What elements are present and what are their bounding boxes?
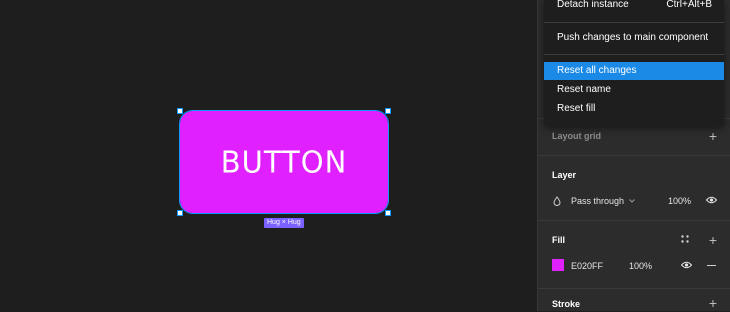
stroke-section: Stroke + — [538, 288, 730, 312]
layer-opacity[interactable]: 100% — [668, 196, 691, 206]
menu-item-reset-all-changes[interactable]: Reset all changes — [544, 62, 724, 80]
menu-item-label: Push changes to main component — [557, 32, 709, 43]
menu-item-reset-fill[interactable]: Reset fill — [544, 100, 724, 118]
menu-item-label: Detach instance — [557, 0, 629, 10]
style-grid-icon[interactable] — [681, 235, 689, 243]
resize-handle-bottom-right[interactable] — [385, 210, 391, 216]
add-fill-icon[interactable]: + — [709, 233, 717, 247]
menu-item-label: Reset name — [557, 84, 611, 95]
menu-item-label: Reset fill — [557, 103, 596, 114]
button-label: BUTTON — [220, 144, 348, 180]
menu-item-shortcut: Ctrl+Alt+B — [666, 0, 712, 10]
context-menu: Detach instance Ctrl+Alt+B Push changes … — [544, 0, 724, 126]
blend-mode-select[interactable]: Pass through — [571, 196, 624, 206]
fill-title: Fill — [552, 235, 565, 245]
menu-divider — [544, 22, 724, 23]
fill-opacity[interactable]: 100% — [629, 261, 652, 271]
menu-divider — [544, 54, 724, 55]
layer-title: Layer — [552, 170, 577, 180]
add-layout-grid-icon[interactable]: + — [709, 129, 717, 143]
eye-icon[interactable] — [706, 196, 717, 204]
menu-item-reset-name[interactable]: Reset name — [544, 81, 724, 99]
canvas[interactable]: BUTTON Hug × Hug — [0, 0, 537, 311]
remove-fill-icon[interactable] — [707, 265, 716, 266]
resize-handle-top-left[interactable] — [177, 108, 183, 114]
layout-grid-title: Layout grid — [552, 131, 601, 141]
add-stroke-icon[interactable]: + — [709, 296, 717, 310]
menu-item-label: Reset all changes — [557, 65, 637, 76]
menu-item-push-changes[interactable]: Push changes to main component — [544, 29, 724, 47]
sizing-badge: Hug × Hug — [264, 218, 304, 228]
blend-mode-drop-icon — [553, 196, 561, 206]
menu-item-detach-instance[interactable]: Detach instance Ctrl+Alt+B — [544, 0, 724, 14]
chevron-down-icon[interactable] — [629, 199, 635, 203]
fill-visibility-eye-icon[interactable] — [681, 261, 692, 269]
fill-hex-value[interactable]: E020FF — [571, 261, 603, 271]
stroke-title: Stroke — [552, 299, 581, 309]
fill-section: Fill + E020FF 100% — [538, 220, 730, 289]
layer-section: Layer Pass through 100% — [538, 155, 730, 220]
resize-handle-bottom-left[interactable] — [177, 210, 183, 216]
fill-color-swatch[interactable] — [552, 259, 564, 271]
resize-handle-top-right[interactable] — [385, 108, 391, 114]
button-component-instance[interactable]: BUTTON — [179, 110, 389, 214]
